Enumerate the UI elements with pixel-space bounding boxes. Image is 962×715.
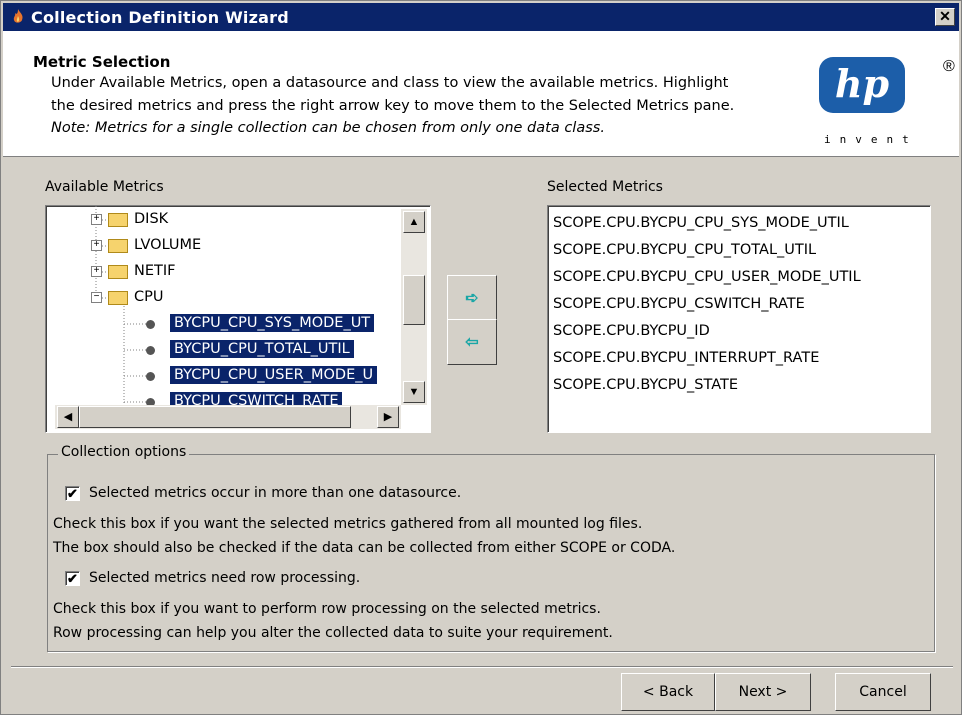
right-arrow-icon: ➪	[465, 290, 479, 307]
close-button[interactable]: ✕	[935, 8, 955, 26]
scroll-right-button[interactable]: ▶	[377, 406, 399, 428]
metric-leaf-icon	[146, 372, 155, 381]
available-metrics-label: Available Metrics	[45, 179, 164, 195]
expand-netif-toggle[interactable]: +	[91, 266, 102, 277]
folder-open-icon	[108, 291, 128, 305]
remove-metric-button[interactable]: ⇦	[447, 319, 497, 365]
selected-metrics-list[interactable]: SCOPE.CPU.BYCPU_CPU_SYS_MODE_UTIL SCOPE.…	[547, 205, 931, 433]
selected-metric-item[interactable]: SCOPE.CPU.BYCPU_CPU_SYS_MODE_UTIL	[553, 215, 849, 231]
collection-options-title: Collection options	[58, 444, 190, 460]
tree-folder-cpu[interactable]: CPU	[134, 289, 163, 305]
tree-metric-item[interactable]: BYCPU_CPU_USER_MODE_U	[170, 366, 378, 384]
tree-horizontal-scrollbar[interactable]: ◀ ▶	[55, 405, 401, 429]
selected-metric-item[interactable]: SCOPE.CPU.BYCPU_CPU_USER_MODE_UTIL	[553, 269, 861, 285]
expand-disk-toggle[interactable]: +	[91, 214, 102, 225]
wizard-header: Metric Selection Under Available Metrics…	[3, 31, 959, 157]
left-arrow-icon: ⇦	[465, 334, 479, 351]
row-processing-help-2: Row processing can help you alter the co…	[53, 625, 613, 641]
selected-metric-item[interactable]: SCOPE.CPU.BYCPU_INTERRUPT_RATE	[553, 350, 819, 366]
back-button[interactable]: < Back	[621, 673, 715, 711]
expand-lvolume-toggle[interactable]: +	[91, 240, 102, 251]
tree-metric-item[interactable]: BYCPU_CPU_TOTAL_UTIL	[170, 340, 354, 358]
metric-leaf-icon	[146, 320, 155, 329]
app-flame-icon	[13, 9, 23, 23]
folder-icon	[108, 239, 128, 253]
multiple-datasource-help-1: Check this box if you want the selected …	[53, 516, 643, 532]
window-title: Collection Definition Wizard	[31, 8, 289, 27]
selected-metrics-label: Selected Metrics	[547, 179, 663, 195]
tree-vertical-scrollbar[interactable]: ▲ ▼	[401, 209, 427, 405]
selected-metric-item[interactable]: SCOPE.CPU.BYCPU_CPU_TOTAL_UTIL	[553, 242, 816, 258]
wizard-window: Collection Definition Wizard ✕ Metric Se…	[0, 0, 962, 715]
scroll-up-button[interactable]: ▲	[403, 211, 425, 233]
tree-metric-item[interactable]: BYCPU_CPU_SYS_MODE_UT	[170, 314, 375, 332]
row-processing-checkbox[interactable]: ✔	[65, 571, 80, 586]
multiple-datasource-checkbox[interactable]: ✔	[65, 486, 80, 501]
vertical-scroll-thumb[interactable]	[403, 275, 425, 325]
page-title: Metric Selection	[33, 53, 171, 71]
tree-folder-lvolume[interactable]: LVOLUME	[134, 237, 201, 253]
scroll-down-button[interactable]: ▼	[403, 381, 425, 403]
row-processing-help-1: Check this box if you want to perform ro…	[53, 601, 601, 617]
folder-icon	[108, 265, 128, 279]
multiple-datasource-label[interactable]: Selected metrics occur in more than one …	[89, 485, 461, 501]
title-bar: Collection Definition Wizard ✕	[3, 3, 959, 31]
tree-folder-netif[interactable]: NETIF	[134, 263, 175, 279]
selected-metric-item[interactable]: SCOPE.CPU.BYCPU_CSWITCH_RATE	[553, 296, 805, 312]
instructions-line-1: Under Available Metrics, open a datasour…	[51, 75, 729, 91]
horizontal-scroll-thumb[interactable]	[79, 406, 351, 428]
cancel-button[interactable]: Cancel	[835, 673, 931, 711]
available-metrics-tree[interactable]: + DISK + LVOLUME + NETIF − CPU BYCPU_CPU…	[45, 205, 431, 433]
multiple-datasource-help-2: The box should also be checked if the da…	[53, 540, 676, 556]
selected-metric-item[interactable]: SCOPE.CPU.BYCPU_ID	[553, 323, 710, 339]
selected-metric-item[interactable]: SCOPE.CPU.BYCPU_STATE	[553, 377, 738, 393]
hp-tagline: invent	[824, 133, 918, 146]
hp-registered-mark: ®	[943, 58, 955, 75]
add-metric-button[interactable]: ➪	[447, 275, 497, 321]
instructions-note: Note: Metrics for a single collection ca…	[51, 120, 605, 136]
scroll-left-button[interactable]: ◀	[57, 406, 79, 428]
hp-logo: hp	[819, 57, 905, 113]
footer-divider-highlight	[11, 667, 953, 668]
instructions-line-2: the desired metrics and press the right …	[51, 98, 735, 114]
row-processing-label[interactable]: Selected metrics need row processing.	[89, 570, 360, 586]
next-button[interactable]: Next >	[715, 673, 811, 711]
hp-logo-text: hp	[834, 61, 890, 106]
collapse-cpu-toggle[interactable]: −	[91, 292, 102, 303]
tree-folder-disk[interactable]: DISK	[134, 211, 168, 227]
folder-icon	[108, 213, 128, 227]
metric-leaf-icon	[146, 346, 155, 355]
